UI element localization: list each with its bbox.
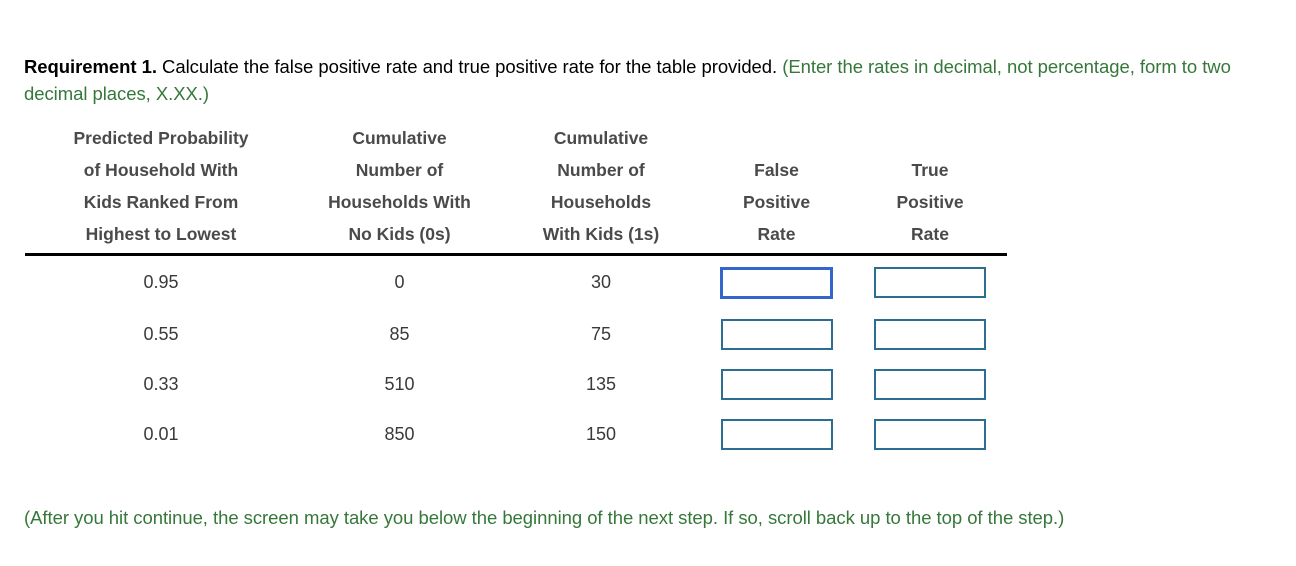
requirement-prompt: Requirement 1. Calculate the false posit… bbox=[24, 53, 1280, 107]
header-line: Households With bbox=[328, 192, 471, 212]
cell-value: 0.01 bbox=[143, 423, 179, 444]
header-line: Rate bbox=[911, 224, 949, 244]
cell-value: 150 bbox=[585, 423, 617, 444]
header-line: Positive bbox=[896, 192, 964, 212]
cell-predicted-probability: 0.95 bbox=[25, 255, 297, 310]
cell-predicted-probability: 0.55 bbox=[25, 309, 297, 359]
cell-predicted-probability: 0.01 bbox=[25, 409, 297, 459]
header-line: Highest to Lowest bbox=[85, 224, 237, 244]
true-positive-rate-input-row-2[interactable] bbox=[874, 318, 986, 350]
header-line: False bbox=[754, 160, 799, 180]
column-header-false-positive-rate: False Positive Rate bbox=[700, 122, 853, 256]
cell-cumulative-no-kids: 85 bbox=[297, 309, 502, 359]
requirement-table: Predicted Probability of Household With … bbox=[25, 122, 1007, 459]
cell-value: 75 bbox=[590, 323, 612, 344]
column-header-true-positive-rate: True Positive Rate bbox=[853, 122, 1007, 256]
header-line: Kids Ranked From bbox=[83, 192, 239, 212]
false-positive-rate-input-row-4[interactable] bbox=[720, 418, 833, 450]
cell-cumulative-with-kids: 135 bbox=[502, 359, 700, 409]
table-row: 0.33 510 135 bbox=[25, 359, 1007, 409]
column-header-predicted-probability: Predicted Probability of Household With … bbox=[25, 122, 297, 256]
cell-cumulative-with-kids: 30 bbox=[502, 255, 700, 310]
true-positive-rate-input-row-4[interactable] bbox=[874, 418, 986, 450]
header-line: Rate bbox=[757, 224, 796, 244]
header-line: With Kids (1s) bbox=[542, 224, 660, 244]
false-positive-rate-input-row-3[interactable] bbox=[720, 368, 833, 400]
table-header: Predicted Probability of Household With … bbox=[25, 122, 1007, 256]
column-header-cumulative-with-kids: Cumulative Number of Households With Kid… bbox=[502, 122, 700, 256]
requirement-table-wrapper: Predicted Probability of Household With … bbox=[25, 122, 1007, 459]
header-line: Cumulative bbox=[553, 128, 649, 148]
cell-true-positive-rate bbox=[853, 409, 1007, 459]
requirement-page: Requirement 1. Calculate the false posit… bbox=[0, 0, 1296, 566]
table-header-row: Predicted Probability of Household With … bbox=[25, 122, 1007, 256]
table-row: 0.95 0 30 bbox=[25, 255, 1007, 310]
cell-value: 850 bbox=[384, 423, 415, 444]
header-line: No Kids (0s) bbox=[348, 224, 451, 244]
requirement-instruction: Calculate the false positive rate and tr… bbox=[156, 55, 783, 77]
cell-true-positive-rate bbox=[853, 359, 1007, 409]
cell-false-positive-rate bbox=[700, 309, 853, 359]
cell-false-positive-rate bbox=[700, 359, 853, 409]
header-line: Households bbox=[550, 192, 652, 212]
cell-value: 0.55 bbox=[143, 323, 179, 344]
header-line: of Household With bbox=[83, 160, 239, 180]
column-header-cumulative-no-kids: Cumulative Number of Households With No … bbox=[297, 122, 502, 256]
cell-predicted-probability: 0.33 bbox=[25, 359, 297, 409]
cell-true-positive-rate bbox=[853, 255, 1007, 310]
header-line: Positive bbox=[742, 192, 811, 212]
header-line: Number of bbox=[355, 160, 444, 180]
header-line: True bbox=[911, 160, 949, 180]
footer-note: (After you hit continue, the screen may … bbox=[24, 506, 1065, 528]
cell-value: 510 bbox=[384, 373, 415, 394]
true-positive-rate-input-row-3[interactable] bbox=[874, 368, 986, 400]
true-positive-rate-input-row-1[interactable] bbox=[874, 267, 986, 298]
cell-value: 135 bbox=[585, 373, 617, 394]
cell-true-positive-rate bbox=[853, 309, 1007, 359]
table-row: 0.01 850 150 bbox=[25, 409, 1007, 459]
cell-value: 30 bbox=[590, 272, 612, 292]
cell-value: 85 bbox=[389, 323, 410, 344]
header-line: Cumulative bbox=[352, 128, 447, 148]
false-positive-rate-input-row-1[interactable] bbox=[720, 266, 833, 299]
cell-false-positive-rate bbox=[700, 409, 853, 459]
cell-value: 0.95 bbox=[143, 272, 179, 292]
cell-cumulative-with-kids: 150 bbox=[502, 409, 700, 459]
cell-cumulative-no-kids: 510 bbox=[297, 359, 502, 409]
header-line: Number of bbox=[557, 160, 645, 180]
false-positive-rate-input-row-2[interactable] bbox=[720, 318, 833, 350]
cell-value: 0 bbox=[394, 272, 405, 292]
cell-cumulative-with-kids: 75 bbox=[502, 309, 700, 359]
cell-false-positive-rate bbox=[700, 255, 853, 310]
cell-cumulative-no-kids: 0 bbox=[297, 255, 502, 310]
table-body: 0.95 0 30 0.55 85 75 0.33 510 135 0.01 8… bbox=[25, 255, 1007, 460]
cell-value: 0.33 bbox=[143, 373, 179, 394]
requirement-label: Requirement 1. bbox=[24, 55, 157, 77]
cell-cumulative-no-kids: 850 bbox=[297, 409, 502, 459]
table-row: 0.55 85 75 bbox=[25, 309, 1007, 359]
header-line: Predicted Probability bbox=[73, 128, 249, 148]
